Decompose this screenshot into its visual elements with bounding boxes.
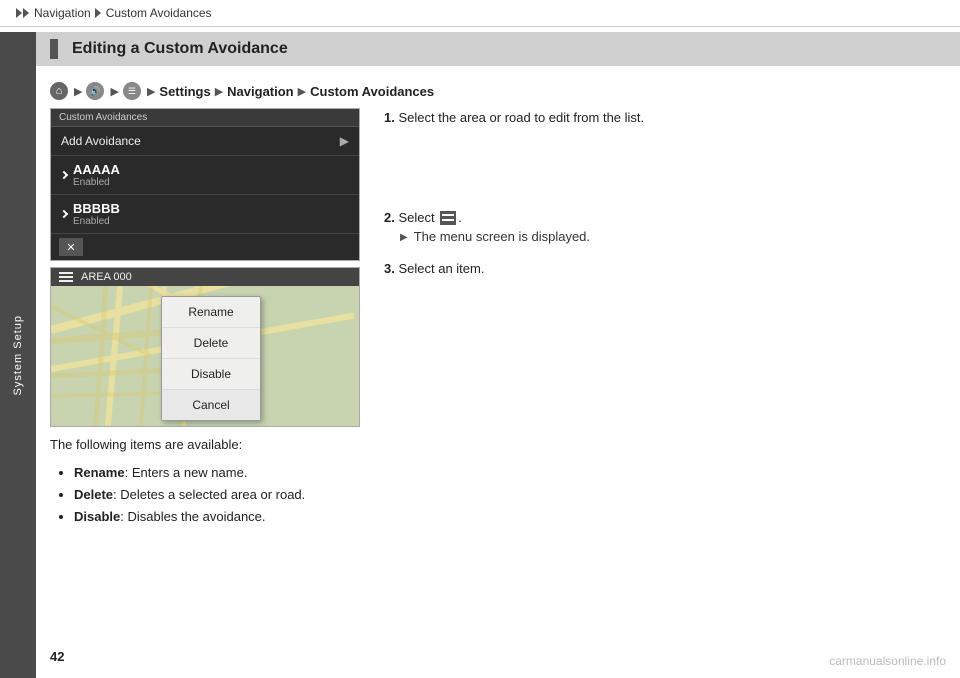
back-icon[interactable]: ✕ bbox=[59, 238, 83, 256]
list-item-aaaaa[interactable]: AAAAA Enabled bbox=[51, 156, 359, 195]
two-col-layout: Custom Avoidances Add Avoidance ▶ AAAAA … bbox=[36, 108, 960, 528]
breadcrumb-custom-avoidances: Custom Avoidances bbox=[106, 6, 212, 20]
popup-disable[interactable]: Disable bbox=[162, 359, 260, 390]
bullet-rename-desc: Enters a new name. bbox=[132, 465, 248, 480]
sidebar-label: System Setup bbox=[12, 315, 24, 395]
watermark: carmanualsonline.info bbox=[829, 654, 946, 668]
menu-icon: ☰ bbox=[123, 82, 141, 100]
item-status-bbbbb: Enabled bbox=[73, 216, 120, 227]
screen1-header: Custom Avoidances bbox=[51, 109, 359, 127]
section-header: Editing a Custom Avoidance bbox=[36, 32, 960, 66]
breadcrumb-arrow-2 bbox=[23, 8, 29, 18]
path-settings: Settings bbox=[159, 84, 210, 99]
path-line: ⌂ ▶ 🔊 ▶ ☰ ▶ Settings ▶ Navigation ▶ Cust… bbox=[36, 76, 960, 108]
section-bar bbox=[50, 39, 58, 59]
list-item-bbbbb[interactable]: BBBBB Enabled bbox=[51, 195, 359, 234]
step-3: 3. Select an item. bbox=[384, 259, 946, 279]
path-arrow-1: ▶ bbox=[110, 85, 118, 98]
bullet-rename-label: Rename bbox=[74, 465, 125, 480]
add-avoidance-row[interactable]: Add Avoidance ▶ bbox=[51, 127, 359, 156]
breadcrumb-arrow-1 bbox=[16, 8, 22, 18]
page-number: 42 bbox=[50, 649, 64, 664]
step-2-num: 2. bbox=[384, 210, 395, 225]
path-navigation: Navigation bbox=[227, 84, 293, 99]
popup-delete[interactable]: Delete bbox=[162, 328, 260, 359]
map-area: Rename Delete Disable Cancel bbox=[51, 286, 359, 426]
section-title: Editing a Custom Avoidance bbox=[72, 40, 288, 58]
bullet-delete-label: Delete bbox=[74, 487, 113, 502]
map-menu-button[interactable] bbox=[59, 272, 73, 282]
sidebar: System Setup bbox=[0, 32, 36, 678]
popup-cancel[interactable]: Cancel bbox=[162, 390, 260, 420]
left-column: Custom Avoidances Add Avoidance ▶ AAAAA … bbox=[50, 108, 360, 528]
path-arrow-4: ▶ bbox=[298, 85, 306, 98]
bullet-delete-desc: Deletes a selected area or road. bbox=[120, 487, 305, 502]
path-arrow-2: ▶ bbox=[147, 85, 155, 98]
bullet-rename-colon: : bbox=[125, 465, 132, 480]
right-column: 1. Select the area or road to edit from … bbox=[384, 108, 946, 528]
step-2-tri: ▶ bbox=[400, 230, 408, 245]
add-avoidance-arrow: ▶ bbox=[340, 134, 349, 148]
bullet-disable: Disable: Disables the avoidance. bbox=[74, 506, 360, 528]
map-area-label: AREA 000 bbox=[81, 271, 132, 283]
path-arrow-0: ▶ bbox=[74, 85, 82, 98]
step-1-num: 1. bbox=[384, 110, 395, 125]
bullet-rename: Rename: Enters a new name. bbox=[74, 462, 360, 484]
popup-menu: Rename Delete Disable Cancel bbox=[161, 296, 261, 421]
breadcrumb-bar: Navigation Custom Avoidances bbox=[0, 0, 960, 27]
path-custom-avoidances: Custom Avoidances bbox=[310, 84, 434, 99]
screen1-bottom-bar: ✕ bbox=[51, 234, 359, 260]
main-content: Editing a Custom Avoidance ⌂ ▶ 🔊 ▶ ☰ ▶ S… bbox=[36, 32, 960, 678]
step-3-num: 3. bbox=[384, 261, 395, 276]
bullet-disable-desc: Disables the avoidance. bbox=[127, 509, 265, 524]
breadcrumb-arrow-3 bbox=[95, 8, 101, 18]
selected-arrow-1 bbox=[60, 171, 68, 179]
selected-arrow-2 bbox=[60, 210, 68, 218]
home-icon: ⌂ bbox=[50, 82, 68, 100]
map-header: AREA 000 bbox=[51, 268, 359, 286]
item-status-aaaaa: Enabled bbox=[73, 177, 120, 188]
popup-rename[interactable]: Rename bbox=[162, 297, 260, 328]
step-1: 1. Select the area or road to edit from … bbox=[384, 108, 946, 128]
mic-icon: 🔊 bbox=[86, 82, 104, 100]
map-mockup: AREA 000 bbox=[50, 267, 360, 427]
step-2-text: Select bbox=[398, 210, 434, 225]
item-name-bbbbb: BBBBB bbox=[73, 201, 120, 216]
step-2: 2. Select . ▶ The menu screen is display… bbox=[384, 208, 946, 247]
bullet-disable-label: Disable bbox=[74, 509, 120, 524]
add-avoidance-label: Add Avoidance bbox=[61, 134, 141, 148]
step-3-text: Select an item. bbox=[398, 261, 484, 276]
path-arrow-3: ▶ bbox=[215, 85, 223, 98]
menu-icon-inline bbox=[440, 211, 456, 225]
breadcrumb-navigation: Navigation bbox=[34, 6, 91, 20]
bullet-delete: Delete: Deletes a selected area or road. bbox=[74, 484, 360, 506]
step-2-sub: ▶ The menu screen is displayed. bbox=[400, 227, 946, 247]
following-text: The following items are available: bbox=[50, 437, 360, 452]
screen-mockup-1: Custom Avoidances Add Avoidance ▶ AAAAA … bbox=[50, 108, 360, 261]
bullet-list: Rename: Enters a new name. Delete: Delet… bbox=[50, 462, 360, 528]
item-name-aaaaa: AAAAA bbox=[73, 162, 120, 177]
step-2-sub-text: The menu screen is displayed. bbox=[414, 227, 590, 247]
step-1-text: Select the area or road to edit from the… bbox=[398, 110, 644, 125]
